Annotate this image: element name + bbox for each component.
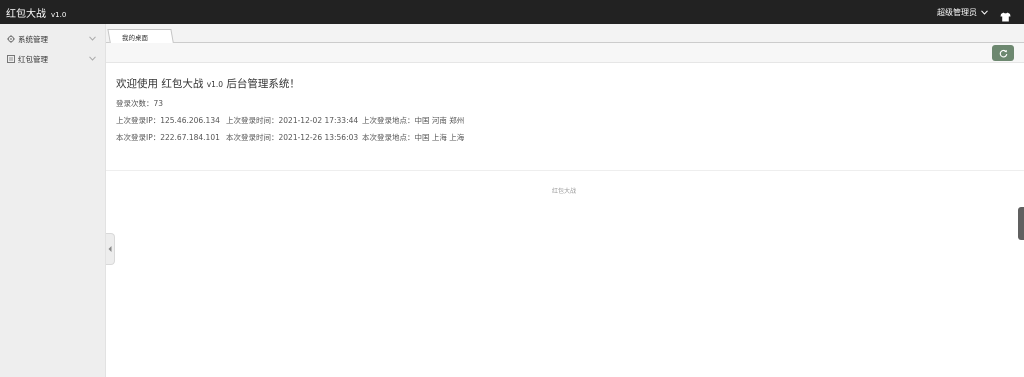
sidebar-item-redpacket[interactable]: 红包管理	[0, 49, 105, 69]
footer-text: 红包大战	[552, 188, 577, 195]
app-brand[interactable]: 红包大战 v1.0	[6, 5, 66, 20]
sidebar-item-label: 系统管理	[18, 34, 48, 44]
app-version: v1.0	[51, 11, 67, 19]
gear-icon	[7, 35, 15, 43]
current-login-ip: 本次登录IP：222.67.184.101	[116, 133, 220, 142]
side-float-button[interactable]	[1018, 207, 1024, 240]
user-role-label: 超级管理员	[937, 8, 977, 17]
refresh-icon	[999, 49, 1007, 57]
tab-bar: 我的桌面	[106, 24, 1024, 44]
toolbar	[106, 43, 1024, 63]
chevron-left-icon	[108, 246, 112, 252]
sidebar-item-system[interactable]: 系统管理	[0, 29, 105, 49]
sidebar-item-label: 红包管理	[18, 54, 48, 64]
last-login-location: 上次登录地点：中国 河南 郑州	[362, 116, 465, 125]
list-icon	[7, 55, 15, 63]
welcome-prefix: 欢迎使用 红包大战	[116, 78, 204, 90]
chevron-down-icon	[89, 56, 96, 61]
current-login-time: 本次登录时间：2021-12-26 13:56:03	[226, 133, 359, 142]
refresh-button[interactable]	[992, 45, 1014, 61]
content-divider	[106, 170, 1024, 171]
welcome-version: v1.0	[206, 80, 224, 89]
last-login-time: 上次登录时间：2021-12-02 17:33:44	[226, 116, 359, 125]
sidebar: 系统管理 红包管理	[0, 24, 106, 377]
last-login-ip: 上次登录IP：125.46.206.134	[116, 116, 220, 125]
current-login-location: 本次登录地点：中国 上海 上海	[362, 133, 465, 142]
chevron-down-icon	[89, 36, 96, 41]
tab-label: 我的桌面	[122, 34, 148, 42]
sidebar-collapse-handle[interactable]	[106, 233, 115, 265]
chevron-down-icon	[981, 10, 988, 15]
welcome-heading: 欢迎使用 红包大战 v1.0 后台管理系统！	[116, 76, 300, 91]
app-name: 红包大战	[6, 9, 46, 20]
user-menu[interactable]: 超级管理员	[937, 7, 988, 18]
welcome-suffix: 后台管理系统！	[226, 78, 300, 90]
top-navbar: 红包大战 v1.0 超级管理员	[0, 0, 1024, 24]
login-count: 登录次数：73	[116, 99, 164, 108]
